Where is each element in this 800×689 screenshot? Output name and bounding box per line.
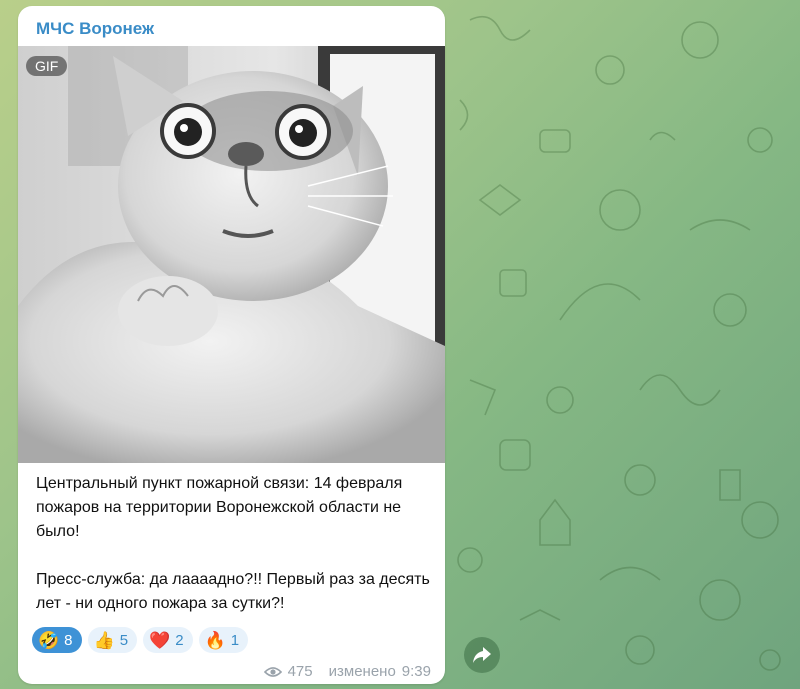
eye-icon xyxy=(263,666,282,677)
gif-media[interactable]: GIF xyxy=(18,46,445,463)
message-meta: 475 изменено 9:39 xyxy=(263,663,431,680)
gif-badge: GIF xyxy=(26,56,68,76)
message-paragraph-1: Центральный пункт пожарной связи: 14 фев… xyxy=(36,475,403,540)
cat-gif-image xyxy=(18,46,445,463)
thumbs-up-emoji-icon: 👍 xyxy=(93,630,115,650)
fire-emoji-icon: 🔥 xyxy=(204,630,226,650)
reaction-fire[interactable]: 🔥 1 xyxy=(198,627,249,653)
reaction-rofl[interactable]: 🤣 8 xyxy=(32,627,82,653)
reaction-thumbs-up[interactable]: 👍 5 xyxy=(87,627,138,653)
edited-label: изменено xyxy=(328,663,396,680)
message-bubble: МЧС Воронеж GIF Центральный пункт пожарн… xyxy=(18,6,445,684)
chat-background: МЧС Воронеж GIF Центральный пункт пожарн… xyxy=(0,0,800,689)
reactions-bar: 🤣 8 👍 5 ❤️ 2 🔥 1 xyxy=(32,627,249,653)
reaction-count: 5 xyxy=(119,631,129,649)
heart-emoji-icon: ❤️ xyxy=(149,630,171,650)
reaction-heart[interactable]: ❤️ 2 xyxy=(143,627,193,653)
message-paragraph-2: Пресс-служба: да лаааадно?!! Первый раз … xyxy=(36,571,430,612)
share-button[interactable] xyxy=(464,637,500,673)
rofl-emoji-icon: 🤣 xyxy=(38,630,60,650)
view-count: 475 xyxy=(287,663,313,680)
message-text: Центральный пункт пожарной связи: 14 фев… xyxy=(36,472,431,616)
channel-name-link[interactable]: МЧС Воронеж xyxy=(36,19,154,39)
forward-arrow-icon xyxy=(473,647,491,663)
reaction-count: 8 xyxy=(64,631,73,649)
message-time: 9:39 xyxy=(401,663,431,680)
reaction-count: 1 xyxy=(230,631,240,649)
reaction-count: 2 xyxy=(175,631,184,649)
